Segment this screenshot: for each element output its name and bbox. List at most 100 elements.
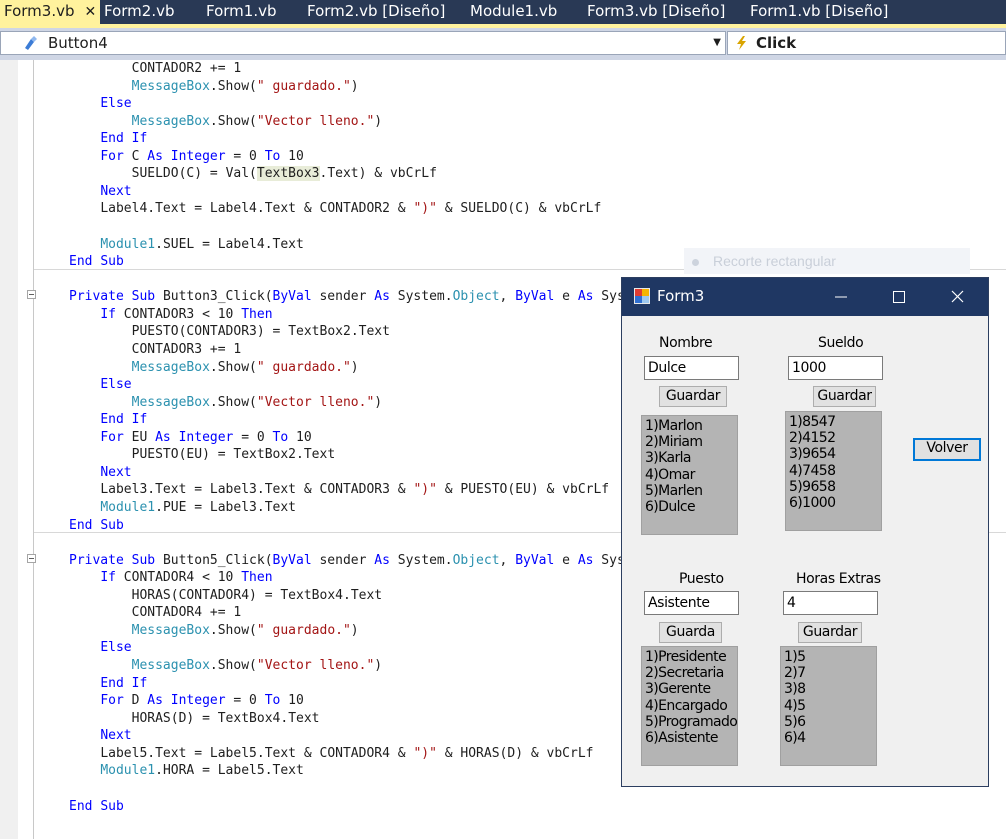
code-line: HORAS(CONTADOR4) = TextBox4.Text [131,587,383,603]
code-line: End If [100,131,148,147]
guardar-nombre-button[interactable]: Guardar [659,386,727,407]
code-line: MessageBox.Show(" guardado.") [131,359,359,375]
list-item[interactable]: 3)Gerente [645,681,737,697]
puesto-list[interactable]: 1)Presidente 2)Secretaria 3)Gerente 4)Encar… [641,646,738,766]
list-item[interactable]: 3)8 [784,681,876,697]
minimize-icon [835,296,847,298]
list-item[interactable]: 2)Secretaria [645,665,737,681]
tab-form3-designer[interactable]: Form3.vb [Diseño] [587,0,725,24]
ghost-tooltip: Recorte rectangular [684,248,970,274]
sueldo-list[interactable]: 1)8547 2)4152 3)9654 4)7458 5)9658 6)1000 [785,411,882,531]
code-line: MessageBox.Show("Vector lleno.") [131,658,383,674]
tab-label: Form2.vb [Diseño] [307,2,446,20]
nombre-label: Nombre [659,335,713,351]
tab-form2-vb[interactable]: Form2.vb [104,0,175,24]
code-line: Module1.PUE = Label3.Text [100,500,297,515]
puesto-textbox[interactable]: Asistente [644,591,739,615]
code-line: Private Sub Button3_Click(ByVal sender A… [69,289,633,305]
maximize-button[interactable] [876,278,922,316]
code-line: Label5.Text = Label5.Text & CONTADOR4 & … [100,745,594,761]
list-item[interactable]: 1)5 [784,649,876,665]
code-line: PUESTO(EU) = TextBox2.Text [131,447,336,463]
code-line: Private Sub Button5_Click(ByVal sender A… [69,552,633,568]
list-item[interactable]: 2)Miriam [645,434,737,450]
code-line: Next [100,464,132,480]
code-line: MessageBox.Show("Vector lleno.") [131,394,383,410]
code-line: For C As Integer = 0 To 10 [100,148,304,164]
document-tab-strip: Form3.vb ✕ Form2.vb Form1.vb Form2.vb [Di… [0,0,1006,24]
code-line: SUELDO(C) = Val(TextBox3.Text) & vbCrLf [131,166,437,182]
list-item[interactable]: 4)Omar [645,467,737,483]
list-item[interactable]: 6)Asistente [645,730,737,746]
list-item[interactable]: 5)6 [784,714,876,730]
editor-margin [0,60,18,839]
event-selector-combo[interactable]: Click [727,31,1006,55]
code-line: Module1.HORA = Label5.Text [100,763,304,779]
form-app-icon [634,288,650,304]
horas-extras-list[interactable]: 1)5 2)7 3)8 4)5 5)6 6)4 [780,646,877,766]
list-item[interactable]: 3)Karla [645,450,737,466]
object-icon [25,36,37,50]
list-item[interactable]: 6)1000 [789,495,881,511]
form3-window: Form3 Nombre Dulce Guardar 1)Marlon 2)Mir… [621,277,989,787]
code-line: Else [100,377,132,393]
horas-extras-textbox[interactable]: 4 [783,591,878,615]
bullet-icon [692,259,699,266]
code-line: If CONTADOR4 < 10 Then [100,570,273,586]
code-line: PUESTO(CONTADOR3) = TextBox2.Text [131,324,390,340]
tab-module1-vb[interactable]: Module1.vb [470,0,557,24]
maximize-icon [893,291,905,303]
code-line: Else [100,640,132,656]
chevron-down-icon[interactable]: ▼ [713,32,721,54]
tab-form2-designer[interactable]: Form2.vb [Diseño] [307,0,445,24]
volver-button[interactable]: Volver [913,438,981,461]
form-title: Form3 [657,287,705,305]
close-icon[interactable]: ✕ [85,1,97,24]
nombre-list[interactable]: 1)Marlon 2)Miriam 3)Karla 4)Omar 5)Marlen 6)D… [641,415,738,535]
minimize-button[interactable] [818,278,864,316]
code-line: End If [100,412,148,428]
nombre-textbox[interactable]: Dulce [644,356,739,380]
tab-label: Form1.vb [206,2,277,20]
guardar-horas-button[interactable]: Guardar [798,622,862,643]
list-item[interactable]: 2)4152 [789,430,881,446]
navigation-bar: Button4 ▼ Click [0,28,1006,60]
list-item[interactable]: 2)7 [784,665,876,681]
list-item[interactable]: 6)Dulce [645,499,737,515]
list-item[interactable]: 5)9658 [789,479,881,495]
close-button[interactable] [934,278,980,316]
code-line: Label4.Text = Label4.Text & CONTADOR2 & … [100,201,602,217]
tab-label: Form1.vb [Diseño] [750,2,889,20]
tab-label: Form2.vb [104,2,175,20]
outlining-gutter-line [33,60,34,839]
collapse-toggle-icon[interactable] [27,554,36,563]
list-item[interactable]: 3)9654 [789,446,881,462]
event-selector-value: Click [756,34,797,52]
code-line: CONTADOR2 += 1 [131,61,242,76]
code-line: For EU As Integer = 0 To 10 [100,429,312,445]
list-item[interactable]: 4)Encargado [645,698,737,714]
code-line: MessageBox.Show(" guardado.") [131,78,359,94]
ghost-tooltip-label: Recorte rectangular [713,253,836,269]
list-item[interactable]: 5)Programador [645,714,737,730]
list-item[interactable]: 1)Presidente [645,649,737,665]
tab-label: Module1.vb [470,2,558,20]
list-item[interactable]: 1)Marlon [645,418,737,434]
list-item[interactable]: 5)Marlen [645,483,737,499]
list-item[interactable]: 4)7458 [789,463,881,479]
list-item[interactable]: 6)4 [784,730,876,746]
sueldo-textbox[interactable]: 1000 [788,356,883,380]
object-selector-combo[interactable]: Button4 ▼ [0,31,726,55]
tab-form1-vb[interactable]: Form1.vb [206,0,277,24]
guarda-puesto-button[interactable]: Guarda [659,622,722,643]
list-item[interactable]: 4)5 [784,698,876,714]
puesto-label: Puesto [679,571,724,587]
code-line: MessageBox.Show(" guardado.") [131,622,359,638]
list-item[interactable]: 1)8547 [789,414,881,430]
collapse-toggle-icon[interactable] [27,290,36,299]
tab-form3-vb[interactable]: Form3.vb ✕ [0,0,101,24]
code-line: Label3.Text = Label3.Text & CONTADOR3 & … [100,482,610,498]
code-line: End If [100,675,148,691]
tab-form1-designer[interactable]: Form1.vb [Diseño] [750,0,888,24]
guardar-sueldo-button[interactable]: Guardar [813,386,876,407]
